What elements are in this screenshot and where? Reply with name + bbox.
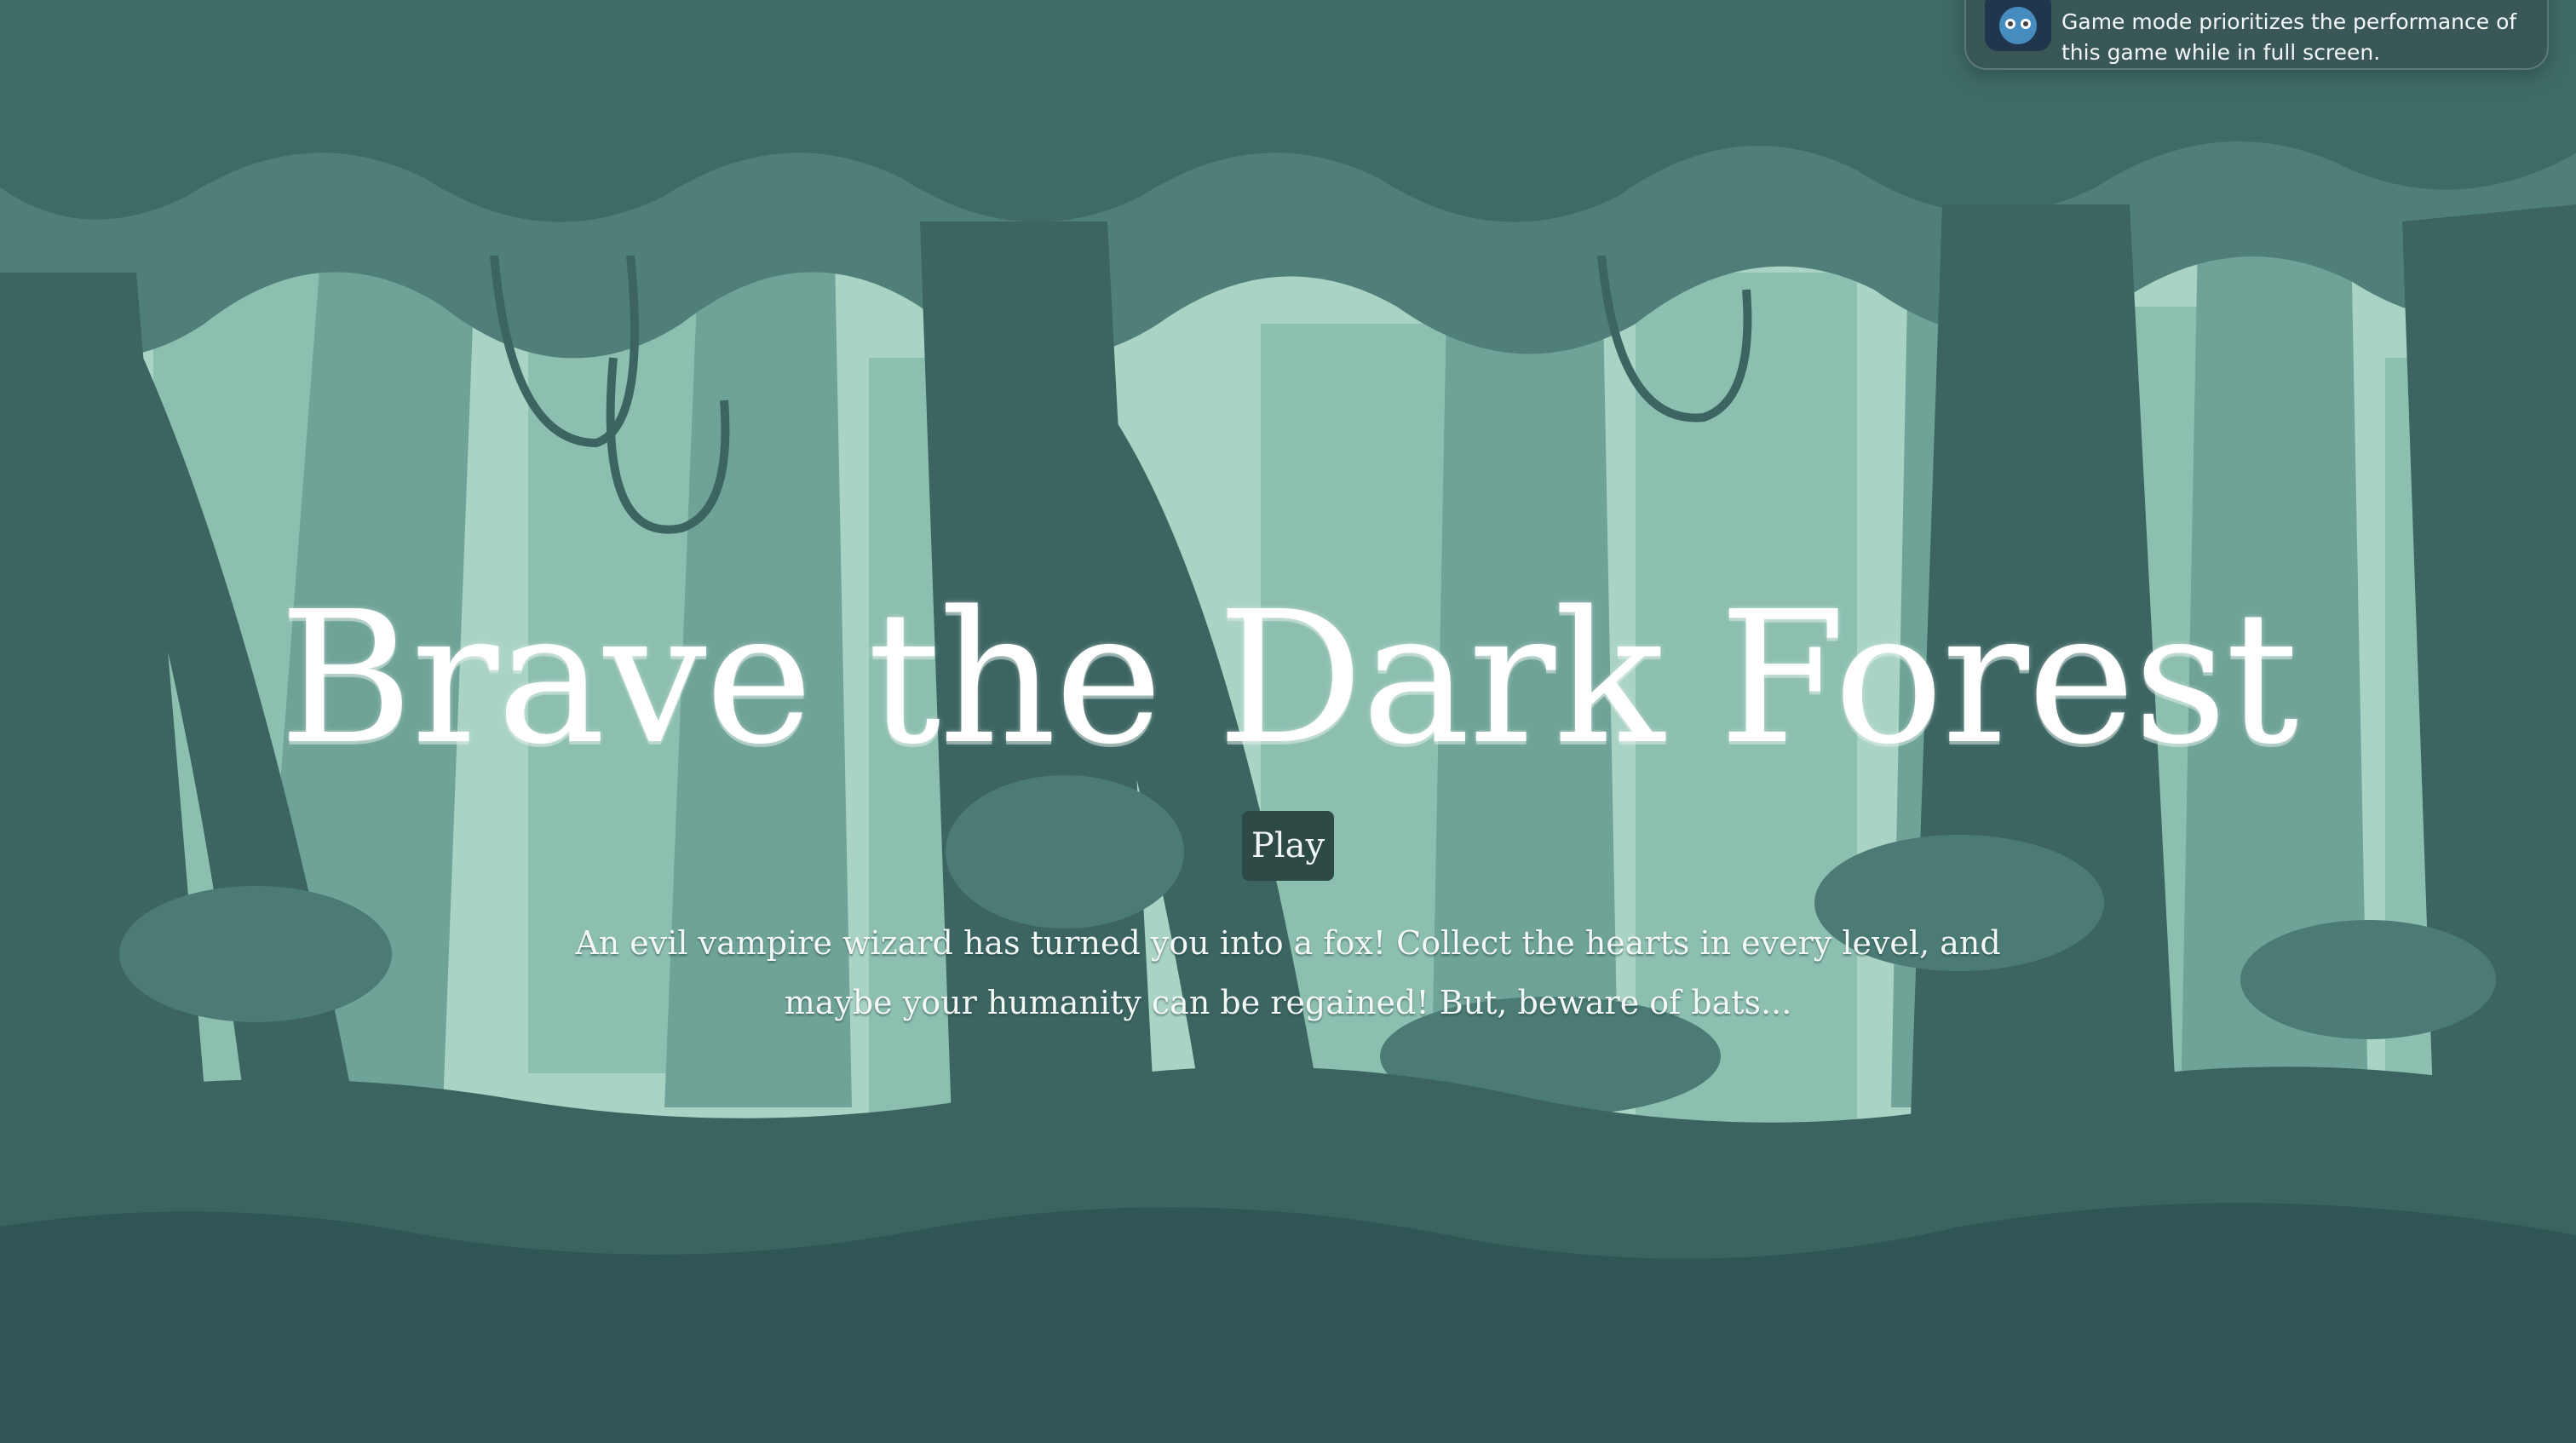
game-description: An evil vampire wizard has turned you in… <box>575 924 2001 1021</box>
godot-icon <box>1985 0 2051 51</box>
notification-message: Game mode prioritizes the performance of… <box>2061 9 2517 65</box>
game-title: Brave the Dark Forest <box>279 572 2299 785</box>
play-button[interactable]: Play <box>1242 811 1334 881</box>
game-mode-notification[interactable]: Game mode prioritizes the performance of… <box>1964 0 2549 70</box>
